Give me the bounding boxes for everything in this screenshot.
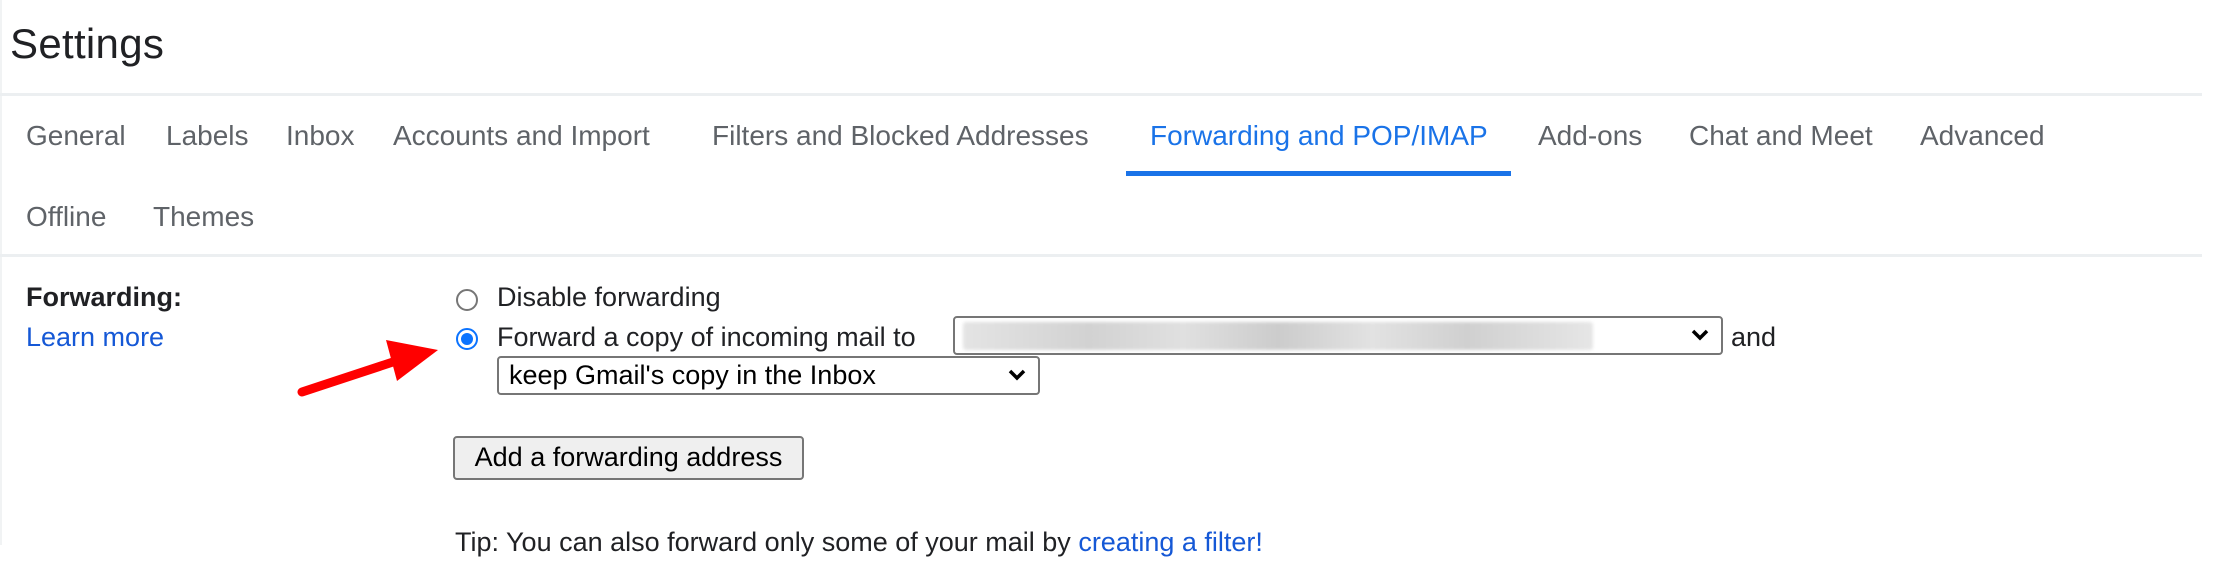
header-divider xyxy=(0,93,2202,96)
disable-forwarding-radio[interactable] xyxy=(456,289,478,311)
tab-chat-and-meet[interactable]: Chat and Meet xyxy=(1689,120,1873,152)
page-left-border xyxy=(0,0,2,545)
forwarding-tip: Tip: You can also forward only some of y… xyxy=(455,527,1263,558)
tip-text: Tip: You can also forward only some of y… xyxy=(455,527,1079,557)
tab-forwarding-and-pop-imap[interactable]: Forwarding and POP/IMAP xyxy=(1150,120,1488,152)
redacted-email-address xyxy=(963,322,1593,350)
copy-action-select[interactable]: keep Gmail's copy in the Inbox xyxy=(497,356,1040,395)
tab-inbox[interactable]: Inbox xyxy=(286,120,355,152)
tab-filters-and-blocked-addresses[interactable]: Filters and Blocked Addresses xyxy=(712,120,1089,152)
red-arrow-annotation xyxy=(297,340,438,397)
page-title: Settings xyxy=(10,20,165,67)
tab-advanced[interactable]: Advanced xyxy=(1920,120,2045,152)
add-forwarding-address-button[interactable]: Add a forwarding address xyxy=(453,436,804,480)
forward-copy-label[interactable]: Forward a copy of incoming mail to xyxy=(497,322,916,353)
copy-action-value: keep Gmail's copy in the Inbox xyxy=(509,360,876,390)
tab-themes[interactable]: Themes xyxy=(153,201,254,233)
forward-copy-radio[interactable] xyxy=(456,328,478,350)
forwarding-label: Forwarding: xyxy=(26,282,182,312)
learn-more-link[interactable]: Learn more xyxy=(26,322,164,353)
tab-labels[interactable]: Labels xyxy=(166,120,249,152)
chevron-down-icon xyxy=(1691,329,1709,341)
creating-filter-link[interactable]: creating a filter! xyxy=(1078,527,1263,557)
disable-forwarding-label[interactable]: Disable forwarding xyxy=(497,282,721,313)
tab-general[interactable]: General xyxy=(26,120,126,152)
chevron-down-icon xyxy=(1008,369,1026,381)
forward-address-select[interactable] xyxy=(953,316,1723,355)
tabs-divider xyxy=(0,254,2202,257)
arrow-shaft xyxy=(297,354,407,397)
tab-offline[interactable]: Offline xyxy=(26,201,106,233)
active-tab-indicator xyxy=(1126,171,1511,176)
arrow-head xyxy=(386,340,438,381)
tab-add-ons[interactable]: Add-ons xyxy=(1538,120,1642,152)
tab-accounts-and-import[interactable]: Accounts and Import xyxy=(393,120,650,152)
and-label: and xyxy=(1731,322,1777,352)
